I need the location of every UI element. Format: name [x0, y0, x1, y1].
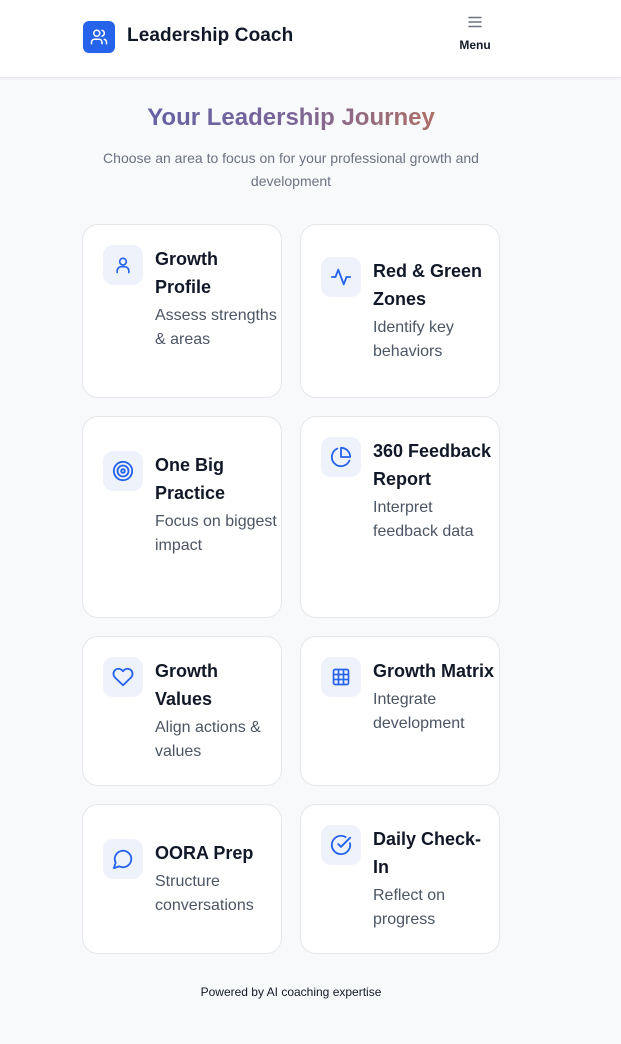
- user-icon: [103, 245, 143, 285]
- users-logo-icon[interactable]: [83, 21, 115, 53]
- card-description: Interpret feedback data: [373, 499, 474, 540]
- pie-chart-icon: [321, 437, 361, 477]
- page-subtitle: Choose an area to focus on for your prof…: [103, 150, 479, 189]
- card-description: Focus on biggest impact: [155, 513, 277, 554]
- card-description: Integrate development: [373, 691, 465, 732]
- card-daily-check-in[interactable]: Daily Check-In Reflect on progress: [300, 804, 500, 954]
- card-oora-prep[interactable]: OORA Prep Structure conversations: [82, 804, 282, 954]
- card-title: Daily Check-In: [373, 829, 482, 877]
- card-description: Align actions & values: [155, 719, 261, 760]
- message-circle-icon: [103, 839, 143, 879]
- card-title: Growth Values: [155, 661, 218, 709]
- activity-icon: [321, 257, 361, 297]
- card-title: One Big Practice: [155, 455, 226, 503]
- card-title: OORA Prep: [155, 843, 254, 863]
- card-red-green-zones[interactable]: Red & Green Zones Identify key behaviors: [300, 224, 500, 398]
- top-header: Leadership Coach Menu: [0, 0, 621, 78]
- page-title: Your Leadership Journey: [0, 104, 582, 132]
- card-title: 360 Feedback Report: [373, 441, 492, 489]
- hamburger-icon: [468, 16, 482, 28]
- card-growth-values[interactable]: Growth Values Align actions & values: [82, 636, 282, 786]
- card-title: Growth Profile: [155, 249, 218, 297]
- check-circle-icon: [321, 825, 361, 865]
- card-description: Assess strengths & areas: [155, 307, 277, 348]
- card-description: Reflect on progress: [373, 887, 446, 928]
- card-description: Identify key behaviors: [373, 319, 454, 360]
- app-title[interactable]: Leadership Coach: [127, 25, 293, 47]
- footer-text: Powered by AI coaching expertise: [200, 985, 382, 999]
- card-title: Red & Green Zones: [373, 261, 483, 309]
- grid-icon: [321, 657, 361, 697]
- card-title: Growth Matrix: [373, 661, 495, 681]
- menu-label: Menu: [459, 38, 491, 52]
- card-one-big-practice[interactable]: One Big Practice Focus on biggest impact: [82, 416, 282, 618]
- card-growth-matrix[interactable]: Growth Matrix Integrate development: [300, 636, 500, 786]
- heart-icon: [103, 657, 143, 697]
- menu-button[interactable]: Menu: [450, 12, 500, 62]
- card-360-feedback-report[interactable]: 360 Feedback Report Interpret feedback d…: [300, 416, 500, 618]
- target-icon: [103, 451, 143, 491]
- card-growth-profile[interactable]: Growth Profile Assess strengths & areas: [82, 224, 282, 398]
- card-description: Structure conversations: [155, 873, 254, 914]
